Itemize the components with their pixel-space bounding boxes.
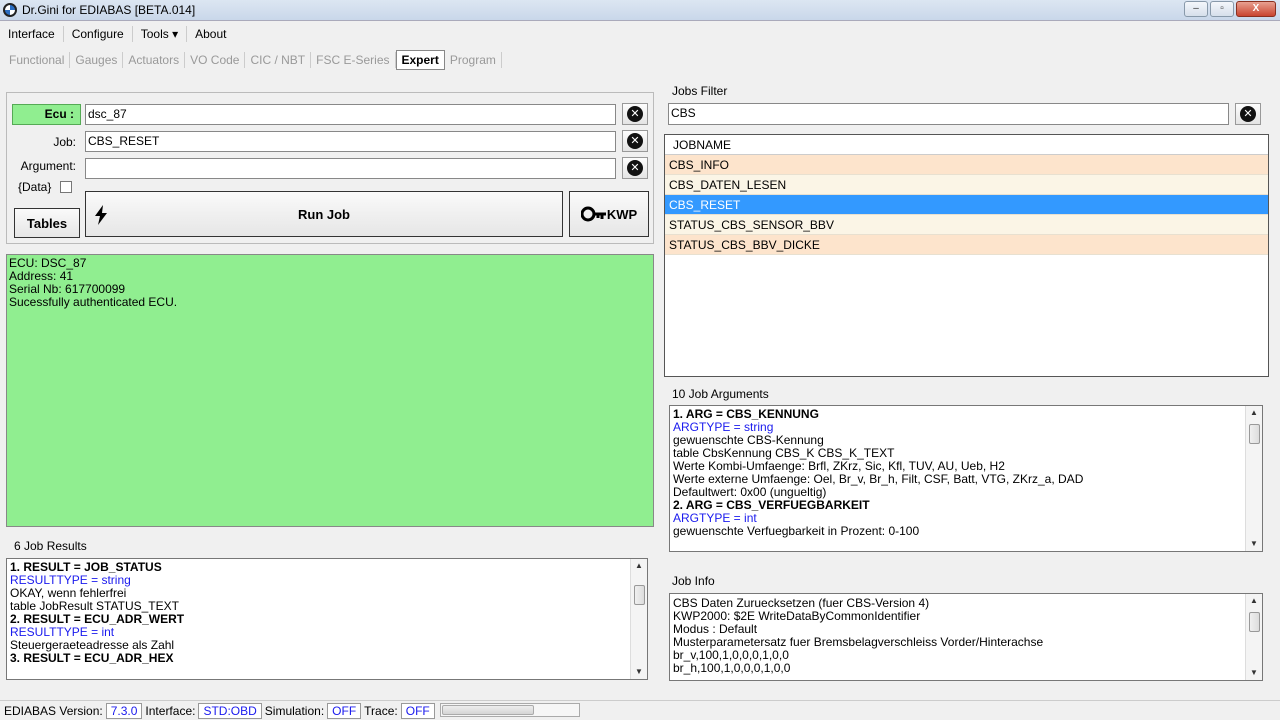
clear-filter-button[interactable]: ✕: [1235, 103, 1261, 125]
job-results-list[interactable]: 1. RESULT = JOB_STATUS RESULTTYPE = stri…: [6, 558, 648, 680]
key-icon: [580, 206, 606, 222]
job-info-scrollbar[interactable]: ▲ ▼: [1245, 594, 1262, 680]
scroll-thumb[interactable]: [634, 585, 645, 605]
job-info-list[interactable]: CBS Daten Zuruecksetzen (fuer CBS-Versio…: [669, 593, 1263, 681]
info-line: br_h,100,1,0,0,0,1,0,0: [673, 661, 791, 675]
clear-job-button[interactable]: ✕: [622, 130, 648, 152]
menu-about[interactable]: About: [187, 26, 234, 42]
clear-icon: ✕: [627, 133, 643, 149]
interface-label: Interface:: [145, 703, 196, 718]
ecu-job-panel: Ecu : dsc_87 ✕ Job: CBS_RESET ✕ Argument…: [6, 92, 654, 244]
title-bar: Dr.Gini for EDIABAS [BETA.014] – ▫ X: [0, 0, 1280, 21]
status-scroll-thumb[interactable]: [442, 705, 534, 715]
scroll-down-icon[interactable]: ▼: [1246, 666, 1262, 680]
jobs-grid: JOBNAME CBS_INFO CBS_DATEN_LESEN CBS_RES…: [664, 134, 1269, 377]
kwp-label: KWP: [606, 206, 638, 222]
tab-expert[interactable]: Expert: [395, 50, 445, 70]
simulation-label: Simulation:: [264, 703, 325, 718]
argument-input[interactable]: [85, 158, 616, 179]
jobs-filter-input[interactable]: CBS: [668, 103, 1229, 125]
job-row-cbs-daten-lesen[interactable]: CBS_DATEN_LESEN: [665, 175, 1268, 195]
ecu-input[interactable]: dsc_87: [85, 104, 616, 125]
app-logo-icon: [3, 3, 17, 17]
job-results-title: 6 Job Results: [14, 539, 87, 553]
scroll-up-icon[interactable]: ▲: [1246, 594, 1262, 608]
scroll-thumb[interactable]: [1249, 612, 1260, 632]
tables-button[interactable]: Tables: [14, 208, 80, 238]
tab-vo-code[interactable]: VO Code: [185, 52, 246, 68]
clear-icon: ✕: [627, 160, 643, 176]
column-header-jobname[interactable]: JOBNAME: [665, 135, 1268, 155]
jobs-filter-title: Jobs Filter: [672, 84, 728, 98]
scroll-down-icon[interactable]: ▼: [631, 665, 647, 679]
trace-label: Trace:: [364, 703, 398, 718]
scroll-down-icon[interactable]: ▼: [1246, 537, 1262, 551]
job-arguments-title: 10 Job Arguments: [672, 387, 769, 401]
tab-program[interactable]: Program: [445, 52, 502, 68]
menu-tools[interactable]: Tools ▾: [133, 26, 188, 42]
data-checkbox[interactable]: [60, 181, 72, 193]
job-results-scrollbar[interactable]: ▲ ▼: [630, 559, 647, 679]
job-label: Job:: [53, 135, 76, 149]
tab-bar: Functional Gauges Actuators VO Code CIC …: [4, 49, 502, 71]
menu-bar: Interface Configure Tools ▾ About: [0, 24, 234, 44]
job-arguments-list[interactable]: 1. ARG = CBS_KENNUNG ARGTYPE = string ge…: [669, 405, 1263, 552]
ediabas-version-label: EDIABAS Version:: [4, 703, 103, 718]
tab-actuators[interactable]: Actuators: [123, 52, 186, 68]
status-progress-scrollbar[interactable]: [440, 703, 580, 717]
scroll-thumb[interactable]: [1249, 424, 1260, 444]
console-output: ECU: DSC_87 Address: 41 Serial Nb: 61770…: [6, 254, 654, 527]
argument-line: gewuenschte Verfuegbarkeit in Prozent: 0…: [673, 524, 920, 538]
menu-interface[interactable]: Interface: [0, 26, 64, 42]
clear-icon: ✕: [627, 106, 643, 122]
tab-fsc-e-series[interactable]: FSC E-Series: [311, 52, 396, 68]
interface-value: STD:OBD: [198, 702, 262, 719]
result-line: 3. RESULT = ECU_ADR_HEX: [10, 651, 174, 665]
info-line: KWP2000: $2E WriteDataByCommonIdentifier: [673, 609, 921, 623]
window-title: Dr.Gini for EDIABAS [BETA.014]: [22, 3, 196, 17]
tab-functional[interactable]: Functional: [4, 52, 71, 68]
job-row-status-cbs-sensor-bbv[interactable]: STATUS_CBS_SENSOR_BBV: [665, 215, 1268, 235]
trace-value[interactable]: OFF: [400, 702, 435, 719]
job-row-cbs-reset[interactable]: CBS_RESET: [665, 195, 1268, 215]
scroll-up-icon[interactable]: ▲: [631, 559, 647, 573]
window-controls: – ▫ X: [1184, 1, 1276, 17]
job-input[interactable]: CBS_RESET: [85, 131, 616, 152]
scroll-up-icon[interactable]: ▲: [1246, 406, 1262, 420]
kwp-button[interactable]: KWP: [569, 191, 649, 237]
ediabas-version-value: 7.3.0: [105, 702, 143, 719]
maximize-button[interactable]: ▫: [1210, 1, 1234, 17]
job-info-title: Job Info: [672, 574, 715, 588]
job-row-cbs-info[interactable]: CBS_INFO: [665, 155, 1268, 175]
minimize-button[interactable]: –: [1184, 1, 1208, 17]
job-arguments-scrollbar[interactable]: ▲ ▼: [1245, 406, 1262, 551]
ecu-label: Ecu :: [12, 104, 81, 125]
job-row-status-cbs-bbv-dicke[interactable]: STATUS_CBS_BBV_DICKE: [665, 235, 1268, 255]
argument-label: Argument:: [20, 159, 76, 173]
simulation-value[interactable]: OFF: [327, 702, 362, 719]
tab-cic-nbt[interactable]: CIC / NBT: [245, 52, 312, 68]
run-job-label: Run Job: [298, 206, 350, 222]
console-line: Sucessfully authenticated ECU.: [9, 295, 178, 309]
clear-icon: ✕: [1240, 106, 1256, 122]
run-job-button[interactable]: Run Job: [85, 191, 563, 237]
tab-gauges[interactable]: Gauges: [70, 52, 124, 68]
clear-ecu-button[interactable]: ✕: [622, 103, 648, 125]
status-bar: EDIABAS Version: 7.3.0 Interface: STD:OB…: [0, 700, 1280, 720]
argument-line: 2. ARG = CBS_VERFUEGBARKEIT: [673, 498, 870, 512]
clear-argument-button[interactable]: ✕: [622, 157, 648, 179]
menu-configure[interactable]: Configure: [64, 26, 133, 42]
console-line: ECU: DSC_87: [9, 256, 87, 270]
lightning-icon: [95, 205, 107, 225]
close-button[interactable]: X: [1236, 1, 1276, 17]
data-label: {Data}: [18, 180, 52, 194]
